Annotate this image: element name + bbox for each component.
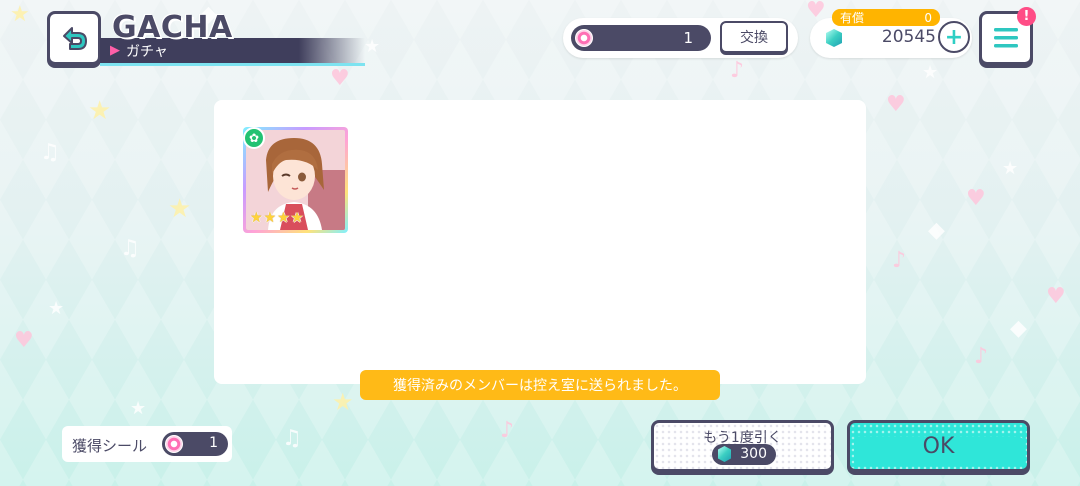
gacha-result-panel: ✿ ★ ★ ★ ★	[214, 100, 866, 384]
acquired-count: 1	[209, 435, 218, 451]
music-note-icon: ♪	[500, 418, 515, 443]
rarity-stars: ★ ★ ★ ★	[250, 211, 303, 225]
star-icon: ★	[922, 62, 939, 83]
draw-cost: 300	[740, 446, 767, 462]
star-badge-icon: ★	[88, 96, 112, 126]
sticker-count: 1	[683, 29, 693, 47]
notification-alert-icon: !	[1017, 7, 1036, 26]
crystal-count: 20545	[881, 27, 936, 47]
music-note-icon: ♪	[730, 58, 745, 83]
star-icon: ★	[364, 36, 381, 57]
ok-label: OK	[922, 433, 955, 459]
acquired-label: 獲得シール	[72, 437, 148, 455]
back-arrow-icon	[63, 27, 87, 50]
diamond-icon: ◆	[928, 218, 945, 243]
crystal-icon	[826, 29, 842, 47]
sticker-currency-pill: 1 交換	[563, 18, 798, 58]
star-icon: ★	[277, 210, 290, 226]
star-badge-icon: ★	[332, 388, 354, 416]
star-badge-icon: ★	[168, 194, 192, 224]
paid-crystal-badge: 有償 0	[832, 9, 940, 26]
diamond-icon: ◆	[1010, 316, 1027, 341]
page-title: GACHA	[112, 10, 233, 45]
acquired-stickers: 獲得シール 1	[62, 426, 232, 462]
headphones-icon: ♫	[282, 426, 302, 451]
ok-button[interactable]: OK	[847, 420, 1030, 472]
headphones-icon: ♫	[120, 236, 140, 261]
heart-icon: ♥	[966, 186, 986, 211]
music-note-icon: ♪	[892, 248, 907, 273]
heart-icon: ♥	[330, 66, 350, 91]
star-icon: ★	[250, 210, 263, 226]
leaf-attribute-icon: ✿	[243, 127, 265, 149]
acquired-count-box: 1	[162, 432, 228, 456]
hamburger-menu-icon	[994, 28, 1018, 48]
heart-icon: ♥	[14, 328, 34, 353]
crystal-icon	[718, 446, 731, 462]
sticker-icon	[575, 29, 593, 47]
star-icon: ★	[263, 210, 277, 226]
star-icon: ★	[1002, 158, 1019, 179]
heart-icon: ♥	[886, 92, 906, 117]
draw-cost-pill: 300	[712, 444, 776, 465]
title-underline	[100, 63, 365, 66]
result-notice: 獲得済みのメンバーは控え室に送られました。	[360, 370, 720, 400]
member-card[interactable]: ✿ ★ ★ ★ ★	[243, 127, 348, 233]
star-icon: ★	[48, 298, 65, 319]
music-note-icon: ♪	[974, 344, 989, 369]
sticker-icon	[165, 435, 183, 453]
sticker-count-box: 1	[571, 25, 711, 51]
exchange-button[interactable]: 交換	[720, 21, 788, 53]
triangle-icon: ▶	[110, 43, 120, 58]
star-badge-icon: ★	[10, 2, 30, 27]
add-crystal-button[interactable]: +	[938, 21, 970, 53]
paid-label: 有償	[840, 11, 865, 25]
star-icon: ★	[290, 210, 304, 226]
star-icon: ★	[130, 398, 147, 419]
paid-value: 0	[924, 10, 932, 25]
back-button[interactable]	[47, 11, 101, 65]
headphones-icon: ♫	[40, 140, 60, 165]
draw-again-button[interactable]: もう1度引く 300	[651, 420, 834, 472]
heart-icon: ♥	[1046, 284, 1066, 309]
